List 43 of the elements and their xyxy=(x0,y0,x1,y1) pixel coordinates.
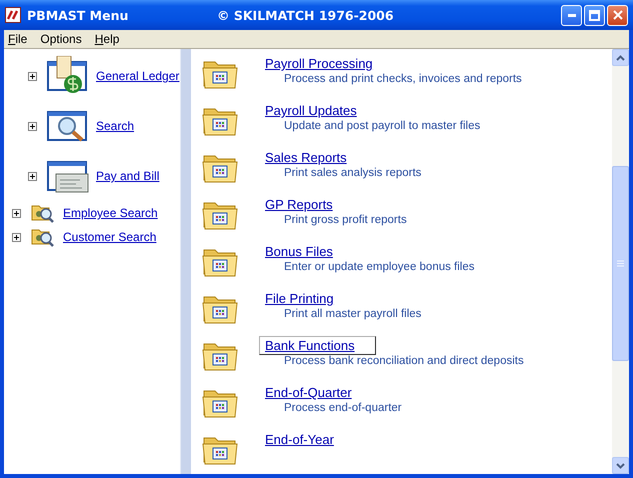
minimize-icon xyxy=(568,14,576,16)
module-description: Print all master payroll files xyxy=(284,308,422,320)
module-description: Enter or update employee bonus files xyxy=(284,261,475,273)
nav-link[interactable]: General Ledger xyxy=(96,69,180,83)
module-description: Process end-of-quarter xyxy=(284,402,402,414)
nav-link[interactable]: Employee Search xyxy=(63,206,158,220)
module-description: Print sales analysis reports xyxy=(284,167,422,179)
scroll-thumb[interactable] xyxy=(612,166,629,361)
module-link[interactable]: File Printing xyxy=(259,289,355,308)
menu-item[interactable]: Help xyxy=(94,32,120,46)
maximize-button[interactable] xyxy=(584,4,605,26)
app-icon xyxy=(5,7,21,23)
menu-item[interactable]: File xyxy=(8,32,28,46)
maximize-icon xyxy=(589,10,600,20)
nav-link[interactable]: Search xyxy=(96,119,134,133)
module-description: Print gross profit reports xyxy=(284,214,407,226)
nav-link[interactable]: Customer Search xyxy=(63,230,156,244)
nav-link[interactable]: Pay and Bill xyxy=(96,169,160,183)
expand-icon[interactable] xyxy=(28,172,37,180)
module-link[interactable]: Payroll Updates xyxy=(259,101,378,120)
module-description: Process and print checks, invoices and reports xyxy=(284,73,522,85)
module-description: Update and post payroll to master files xyxy=(284,120,480,132)
close-button[interactable] xyxy=(607,4,628,26)
scroll-up-button[interactable] xyxy=(612,49,629,66)
module-link[interactable]: Payroll Processing xyxy=(259,54,394,73)
window-title: PBMAST Menu xyxy=(27,8,130,22)
module-description: Process bank reconciliation and direct deposits xyxy=(284,355,524,367)
expand-icon[interactable] xyxy=(28,122,37,130)
module-link[interactable]: Bonus Files xyxy=(259,242,354,261)
scrollbar[interactable] xyxy=(612,49,629,474)
module-link[interactable]: Sales Reports xyxy=(259,148,368,167)
module-link[interactable]: GP Reports xyxy=(259,195,354,214)
copyright-caption: © SKILMATCH 1976-2006 xyxy=(217,8,395,22)
close-icon xyxy=(612,10,622,20)
module-link[interactable]: Bank Functions xyxy=(259,336,376,355)
module-link[interactable]: End-of-Quarter xyxy=(259,383,373,402)
expand-icon[interactable] xyxy=(28,72,37,80)
menu-item[interactable]: Options xyxy=(40,32,82,46)
expand-icon[interactable] xyxy=(12,232,21,242)
minimize-button[interactable] xyxy=(561,4,582,26)
expand-icon[interactable] xyxy=(12,208,21,218)
scroll-down-button[interactable] xyxy=(612,457,629,474)
module-link[interactable]: End-of-Year xyxy=(259,430,355,449)
